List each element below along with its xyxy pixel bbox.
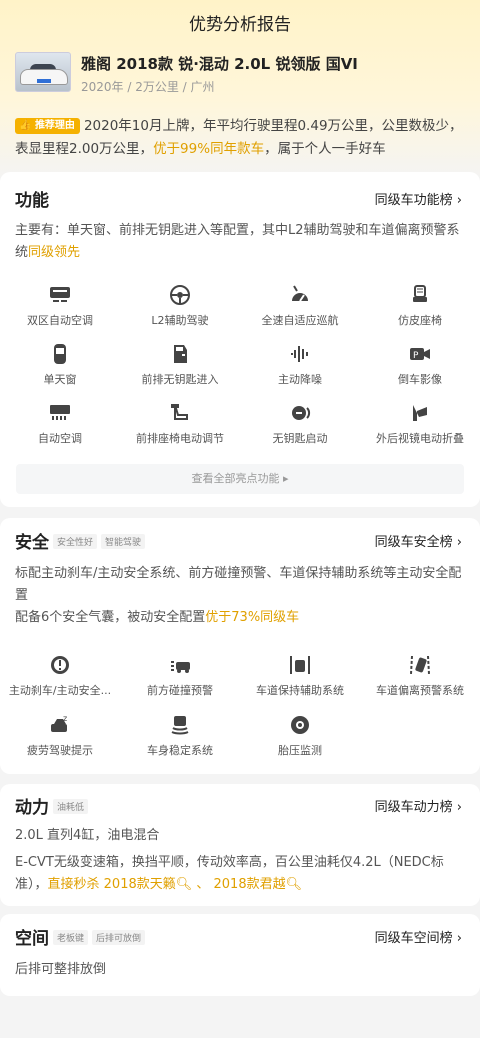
- feature-label: L2辅助驾驶: [151, 314, 209, 327]
- recommend-reason: 👍 推荐理由 2020年10月上牌，年平均行驶里程0.49万公里，公里数极少，表显…: [15, 115, 465, 161]
- feature-label: 前方碰撞预警: [147, 684, 213, 697]
- leather-seat-icon: [413, 285, 427, 302]
- power-tag: 油耗低: [53, 799, 89, 814]
- power-card: 动力 油耗低 同级车动力榜 › 2.0L 直列4缸，油电混合 E-CVT无级变速箱…: [0, 784, 480, 906]
- feature-item[interactable]: 车道保持辅助系统: [240, 654, 360, 698]
- feature-item[interactable]: 仿皮座椅: [360, 284, 480, 328]
- function-desc: 主要有：单天窗、前排无钥匙进入等配置，其中L2辅助驾驶和车道偏离预警系统同级领先: [15, 223, 460, 260]
- feature-label: 前排无钥匙进入: [141, 373, 219, 386]
- safety-desc-1: 标配主动刹车/主动安全系统、前方碰撞预警、车道保持辅助系统等主动安全配置: [15, 566, 462, 603]
- stability-control-icon: [171, 716, 189, 735]
- fatigue-alert-icon: z: [51, 714, 67, 732]
- header-banner: 优势分析报告 雅阁 2018款 锐·混动 2.0L 锐领版 国VI 2020年 …: [0, 0, 480, 180]
- feature-item[interactable]: 主动降噪: [240, 343, 360, 387]
- feature-label: 外后视镜电动折叠: [376, 432, 464, 445]
- feature-item[interactable]: 车道偏离预警系统: [360, 654, 480, 698]
- page-title: 优势分析报告: [189, 15, 291, 35]
- feature-item[interactable]: L2辅助驾驶: [120, 284, 240, 328]
- feature-label: 双区自动空调: [27, 314, 93, 327]
- feature-item[interactable]: 全速自适应巡航: [240, 284, 360, 328]
- keyless-start-icon: [292, 406, 311, 420]
- feature-label: 胎压监测: [278, 744, 322, 757]
- search-icon: 🔍︎: [285, 877, 303, 892]
- power-seat-icon: [171, 404, 188, 420]
- power-desc-1: 2.0L 直列4缸，油电混合: [15, 828, 160, 843]
- feature-label: 主动降噪: [278, 373, 322, 386]
- mirror-fold-icon: [413, 405, 427, 421]
- collision-warning-icon: [171, 661, 190, 673]
- car-name: 雅阁 2018款 锐·混动 2.0L 锐领版 国VI: [81, 55, 358, 73]
- l2-assist-icon: [170, 285, 190, 305]
- power-title: 动力 油耗低: [15, 793, 89, 818]
- space-title: 空间 老板键 后排可放倒: [15, 924, 146, 949]
- safety-tag: 智能驾驶: [101, 534, 146, 549]
- safety-desc-2: 配备6个安全气囊，被动安全配置优于73%同级车: [15, 610, 300, 625]
- feature-item[interactable]: 单天窗: [0, 343, 120, 387]
- power-desc-2: E-CVT无级变速箱，换挡平顺，传动效率高，百公里油耗仅4.2L（NEDC标准）…: [15, 855, 444, 892]
- search-icon: 🔍︎: [175, 877, 193, 892]
- feature-item[interactable]: 主动刹车/主动安全...: [0, 654, 120, 698]
- feature-label: 车身稳定系统: [147, 744, 213, 757]
- space-tag: 老板键: [53, 930, 89, 945]
- reverse-camera-icon: P: [410, 348, 430, 361]
- compare-link-2[interactable]: 2018款君越🔍︎: [214, 877, 303, 892]
- auto-ac-icon: [50, 405, 70, 420]
- feature-item[interactable]: 胎压监测: [240, 714, 360, 758]
- tire-pressure-icon: [291, 716, 309, 734]
- feature-item[interactable]: z 疲劳驾驶提示: [0, 714, 120, 758]
- function-title: 功能: [15, 191, 49, 211]
- safety-tag: 安全性好: [53, 534, 98, 549]
- space-desc: 后排可整排放倒: [15, 962, 107, 977]
- safety-rank-link[interactable]: 同级车安全榜 ›: [375, 531, 462, 550]
- car-meta: 2020年 / 2万公里 / 广州: [81, 80, 215, 94]
- svg-text:P: P: [413, 351, 419, 361]
- feature-item[interactable]: 外后视镜电动折叠: [360, 402, 480, 446]
- noise-cancel-icon: [291, 346, 308, 362]
- feature-label: 仿皮座椅: [398, 314, 442, 327]
- feature-label: 全速自适应巡航: [261, 314, 339, 327]
- keyless-entry-icon: [174, 345, 187, 363]
- lane-departure-icon: [410, 655, 430, 675]
- feature-item[interactable]: P 倒车影像: [360, 343, 480, 387]
- feature-item[interactable]: 前方碰撞预警: [120, 654, 240, 698]
- feature-item[interactable]: 前排座椅电动调节: [120, 402, 240, 446]
- view-all-features-button[interactable]: 查看全部亮点功能 ▸: [16, 464, 464, 494]
- space-card: 空间 老板键 后排可放倒 同级车空间榜 › 后排可整排放倒: [0, 914, 480, 996]
- feature-label: 单天窗: [43, 373, 77, 386]
- feature-label: 车道保持辅助系统: [256, 684, 344, 697]
- function-card: 功能 同级车功能榜 › 主要有：单天窗、前排无钥匙进入等配置，其中L2辅助驾驶和…: [0, 172, 480, 507]
- feature-label: 车道偏离预警系统: [376, 684, 464, 697]
- feature-label: 倒车影像: [398, 373, 442, 386]
- recommend-badge: 👍 推荐理由: [15, 118, 80, 134]
- feature-item[interactable]: 车身稳定系统: [120, 714, 240, 758]
- dual-zone-ac-icon: [50, 287, 70, 302]
- active-brake-icon: [51, 656, 69, 674]
- space-tag: 后排可放倒: [92, 930, 146, 945]
- feature-item[interactable]: 前排无钥匙进入: [120, 343, 240, 387]
- adaptive-cruise-icon: [292, 285, 308, 302]
- safety-card: 安全 安全性好 智能驾驶 同级车安全榜 › 标配主动刹车/主动安全系统、前方碰撞预警…: [0, 518, 480, 774]
- feature-label: 无钥匙启动: [272, 432, 328, 445]
- reason-highlight: 优于99%同年款车: [153, 141, 265, 157]
- feature-label: 疲劳驾驶提示: [27, 744, 93, 757]
- feature-item[interactable]: 无钥匙启动: [240, 402, 360, 446]
- power-rank-link[interactable]: 同级车动力榜 ›: [375, 796, 462, 815]
- sunroof-icon: [54, 344, 66, 364]
- feature-item[interactable]: 双区自动空调: [0, 284, 120, 328]
- feature-label: 自动空调: [38, 432, 82, 445]
- svg-text:z: z: [63, 714, 67, 723]
- feature-item[interactable]: 自动空调: [0, 402, 120, 446]
- function-rank-link[interactable]: 同级车功能榜 ›: [375, 189, 462, 208]
- car-thumbnail[interactable]: [15, 52, 71, 92]
- compare-link-1[interactable]: 直接秒杀 2018款天籁🔍︎: [48, 877, 193, 892]
- safety-title: 安全 安全性好 智能驾驶: [15, 528, 146, 553]
- space-rank-link[interactable]: 同级车空间榜 ›: [375, 927, 462, 946]
- reason-text-b: ，属于个人一手好车: [264, 141, 386, 157]
- feature-label: 主动刹车/主动安全...: [8, 684, 112, 697]
- feature-label: 前排座椅电动调节: [136, 432, 224, 445]
- lane-keep-icon: [290, 656, 310, 674]
